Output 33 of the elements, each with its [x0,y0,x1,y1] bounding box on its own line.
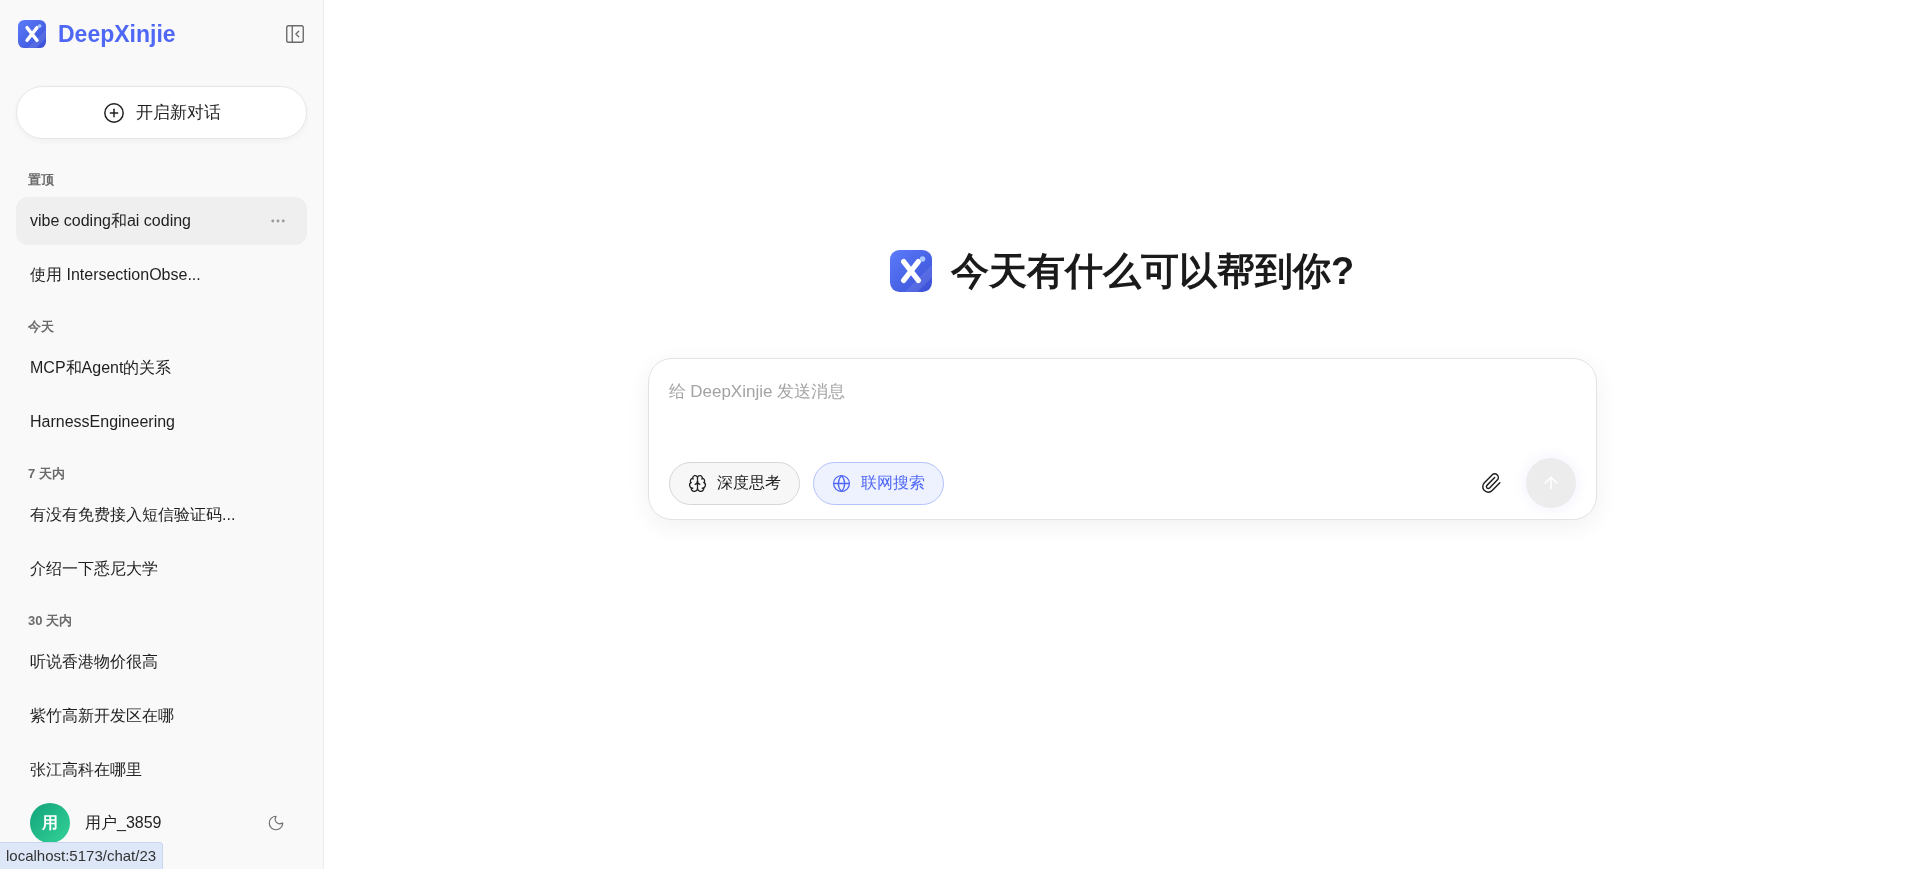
chat-history-item[interactable]: 张江高科在哪里 [16,746,307,794]
chat-history-item[interactable]: MCP和Agent的关系 [16,344,307,392]
toggle-button[interactable]: 联网搜索 [812,461,944,505]
section-heading: 置顶 [27,171,55,189]
toggle-button[interactable]: 深度思考 [668,461,800,505]
brand-name: DeepXinjie [58,22,176,46]
moon-icon [267,814,285,832]
chat-history-item[interactable]: vibe coding和ai coding [16,197,307,245]
chat-history-item[interactable]: HarnessEngineering [16,398,307,446]
browser-status-url: localhost:5173/chat/23 [0,842,164,869]
chat-history-item[interactable]: 紫竹高新开发区在哪 [16,692,307,740]
logo-icon [889,250,932,292]
greeting-title: 今天有什么可以帮到你? [950,250,1355,292]
new-chat-button[interactable]: 开启新对话 [16,86,307,139]
chat-history-item[interactable]: 有没有免费接入短信验证码... [16,491,307,539]
collapse-sidebar-button[interactable] [284,23,306,45]
user-name: 用户_3859 [85,813,162,833]
section-heading: 30 天内 [27,612,74,630]
chat-history-item[interactable]: 介绍一下悉尼大学 [16,545,307,593]
theme-toggle-button[interactable] [267,814,285,832]
globe-icon [831,473,851,493]
message-input[interactable]: 给 DeepXinjie 发送消息 [668,379,1576,405]
brain-icon [687,473,707,493]
plus-circle-icon [102,101,125,124]
attach-button[interactable] [1479,472,1502,494]
paperclip-icon [1479,472,1502,494]
section-heading: 今天 [27,318,55,336]
user-avatar: 用 [30,803,70,843]
chat-history-item[interactable]: 听说香港物价很高 [16,638,307,686]
collapse-sidebar-icon [284,23,306,45]
logo-icon [18,20,46,48]
chat-history-item[interactable]: 使用 IntersectionObse... [16,251,307,299]
section-heading: 7 天内 [27,465,66,483]
